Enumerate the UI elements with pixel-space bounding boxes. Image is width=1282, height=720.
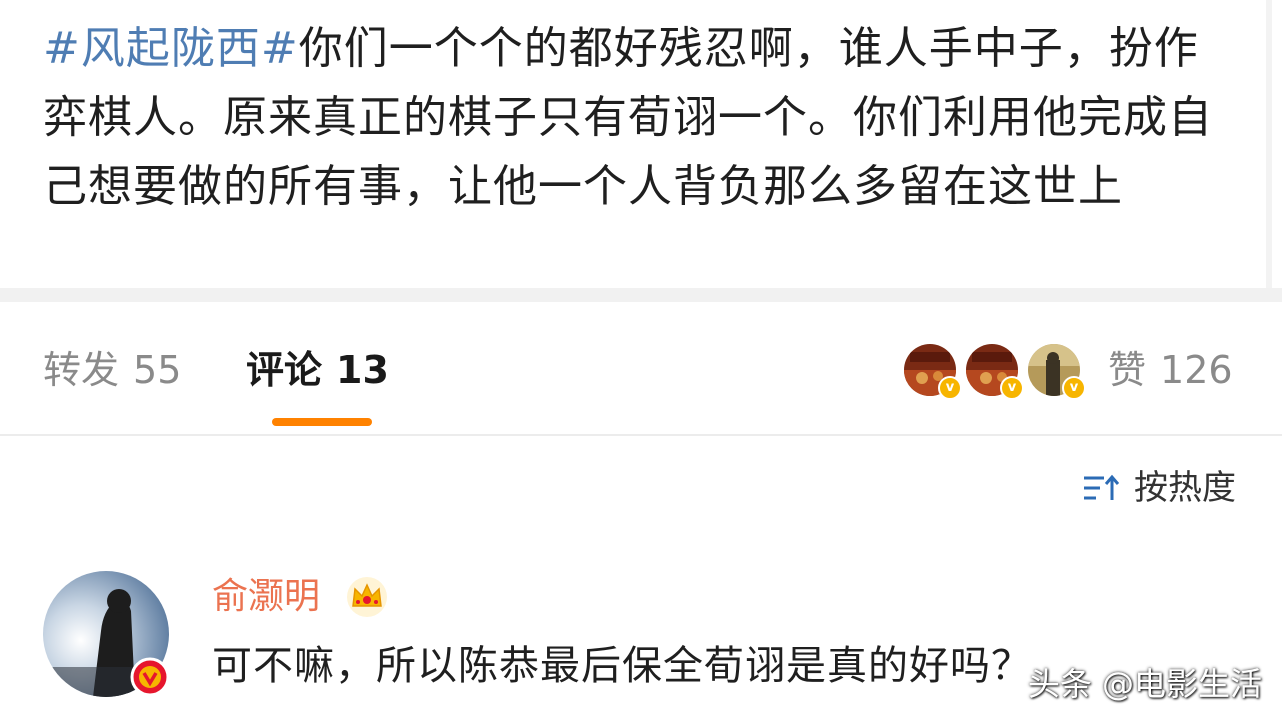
post-scroll-edge [1266,0,1272,290]
tab-repost-count: 55 [133,348,182,392]
post-body: #风起陇西#你们一个个的都好残忍啊，谁人手中子，扮作弈棋人。原来真正的棋子只有荀… [0,0,1282,290]
tab-comments-count: 13 [336,348,389,392]
sort-icon [1082,473,1120,503]
tab-comments[interactable]: 评论 13 [246,346,389,394]
weibo-post-page: #风起陇西#你们一个个的都好残忍啊，谁人手中子，扮作弈棋人。原来真正的棋子只有荀… [0,0,1282,720]
sort-label: 按热度 [1134,468,1236,508]
sort-by-hot-button[interactable]: 按热度 [1082,466,1236,510]
tab-likes-label: 赞 [1108,348,1147,392]
section-divider [0,288,1282,302]
tab-comments-label: 评论 [246,348,323,392]
like-avatars[interactable]: v v v [902,342,1092,402]
post-hashtag[interactable]: #风起陇西# [43,23,299,74]
comment-author-name[interactable]: 俞灏明 [212,574,320,620]
tab-likes-count: 126 [1160,348,1233,392]
sort-row: 按热度 [0,436,1282,526]
verified-mini-icon: v [1062,376,1086,400]
comment-text: 可不嘛，所以陈恭最后保全荀诩是真的好吗？ [212,643,1032,689]
verified-icon [130,657,170,697]
tab-repost-label: 转发 [43,348,120,392]
verified-mini-icon: v [938,376,962,400]
tab-likes[interactable]: 赞 126 [1108,346,1233,394]
tab-bar: 转发 55 评论 13 v v v 赞 126 [0,302,1282,436]
crown-icon [346,576,388,618]
tab-repost[interactable]: 转发 55 [43,346,181,394]
verified-mini-icon: v [1000,376,1024,400]
post-text: #风起陇西#你们一个个的都好残忍啊，谁人手中子，扮作弈棋人。原来真正的棋子只有荀… [43,14,1243,221]
active-tab-indicator [272,418,372,426]
watermark: 头条 @电影生活 [1027,665,1262,703]
